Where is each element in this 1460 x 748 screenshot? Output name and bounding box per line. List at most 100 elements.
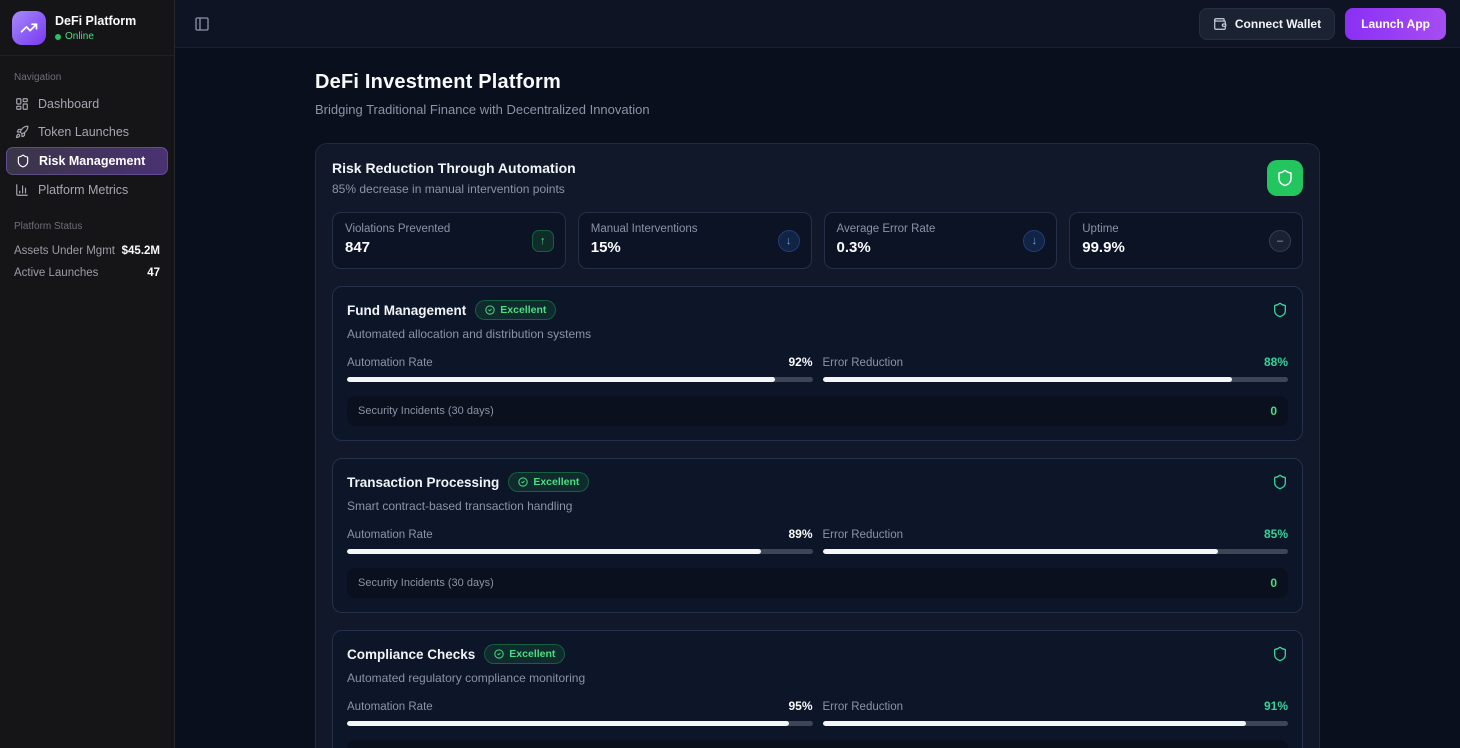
platform-status: Assets Under Mgmt $45.2M Active Launches… [0,238,174,286]
metric-card-compliance-checks: Compliance Checks Excellent Automated re… [332,630,1303,748]
incidents-value: 0 [1270,576,1277,590]
bar-value: 92% [788,355,812,369]
status-value: 47 [147,267,160,279]
launch-app-button[interactable]: Launch App [1345,8,1446,40]
stat-label: Average Error Rate [837,223,1045,235]
status-badge: Excellent [484,644,565,664]
metric-name: Compliance Checks [347,647,475,662]
progress-bar [347,377,813,382]
error-reduction-meter: Error Reduction 88% [823,355,1289,382]
metric-card-transaction-processing: Transaction Processing Excellent Smart c… [332,458,1303,613]
status-badge: Excellent [508,472,589,492]
online-status: Online [55,31,136,42]
progress-bar [347,721,813,726]
status-row-launches: Active Launches 47 [14,262,160,284]
bar-value: 85% [1264,527,1288,541]
bar-label: Automation Rate [347,529,433,541]
metric-name: Transaction Processing [347,475,499,490]
shield-icon [1272,302,1288,318]
app-root: DeFi Platform Online Navigation Dashboar… [0,0,1460,748]
risk-reduction-panel: Risk Reduction Through Automation 85% de… [315,143,1320,748]
check-circle-icon [518,477,528,487]
trend-down-icon: ↓ [1023,230,1045,252]
metric-description: Automated allocation and distribution sy… [347,327,1288,341]
app-title: DeFi Platform [55,14,136,28]
trending-up-icon [12,11,46,45]
status-label: Assets Under Mgmt [14,245,115,257]
rocket-icon [15,125,29,139]
bar-label: Error Reduction [823,701,904,713]
sidebar-nav: Dashboard Token Launches Risk Management… [0,89,174,205]
progress-bar [823,549,1289,554]
sidebar-logo-row: DeFi Platform Online [0,0,174,56]
stat-uptime: Uptime 99.9% – [1069,212,1303,269]
bar-label: Error Reduction [823,529,904,541]
status-section-label: Platform Status [0,205,174,238]
sidebar-item-label: Token Launches [38,125,129,139]
sidebar-item-risk-management[interactable]: Risk Management [6,147,168,175]
panel-subtitle: 85% decrease in manual intervention poin… [332,182,576,196]
status-row-aum: Assets Under Mgmt $45.2M [14,240,160,262]
bar-label: Automation Rate [347,357,433,369]
sidebar-item-label: Platform Metrics [38,183,128,197]
security-incidents-row: Security Incidents (30 days) 0 [347,740,1288,748]
page-subtitle: Bridging Traditional Finance with Decent… [315,102,1320,117]
connect-wallet-button[interactable]: Connect Wallet [1199,8,1335,40]
topbar: Connect Wallet Launch App [175,0,1460,48]
trend-flat-icon: – [1269,230,1291,252]
error-reduction-meter: Error Reduction 91% [823,699,1289,726]
shield-icon [1272,474,1288,490]
stats-row: Violations Prevented 847 ↑ Manual Interv… [332,212,1303,269]
security-incidents-row: Security Incidents (30 days) 0 [347,396,1288,426]
shield-icon [16,154,30,168]
stat-average-error-rate: Average Error Rate 0.3% ↓ [824,212,1058,269]
metric-card-fund-management: Fund Management Excellent Automated allo… [332,286,1303,441]
incidents-label: Security Incidents (30 days) [358,577,494,589]
trend-down-icon: ↓ [778,230,800,252]
bar-chart-icon [15,183,29,197]
sidebar: DeFi Platform Online Navigation Dashboar… [0,0,175,748]
sidebar-item-token-launches[interactable]: Token Launches [6,119,168,145]
progress-bar [823,721,1289,726]
stat-value: 847 [345,239,553,256]
automation-rate-meter: Automation Rate 95% [347,699,813,726]
metric-name: Fund Management [347,303,466,318]
shield-icon [1272,646,1288,662]
stat-manual-interventions: Manual Interventions 15% ↓ [578,212,812,269]
progress-bar [347,549,813,554]
stat-label: Uptime [1082,223,1290,235]
bar-label: Error Reduction [823,357,904,369]
stat-value: 0.3% [837,239,1045,256]
stat-value: 15% [591,239,799,256]
incidents-label: Security Incidents (30 days) [358,405,494,417]
page-title: DeFi Investment Platform [315,71,1320,94]
panel-title: Risk Reduction Through Automation [332,160,576,176]
stat-label: Manual Interventions [591,223,799,235]
shield-icon [1267,160,1303,196]
metric-description: Automated regulatory compliance monitori… [347,671,1288,685]
layout-dashboard-icon [15,97,29,111]
progress-bar [823,377,1289,382]
automation-rate-meter: Automation Rate 92% [347,355,813,382]
stat-violations-prevented: Violations Prevented 847 ↑ [332,212,566,269]
automation-rate-meter: Automation Rate 89% [347,527,813,554]
sidebar-item-platform-metrics[interactable]: Platform Metrics [6,177,168,203]
nav-section-label: Navigation [0,56,174,89]
status-badge: Excellent [475,300,556,320]
bar-value: 91% [1264,699,1288,713]
bar-value: 95% [788,699,812,713]
wallet-icon [1213,17,1227,31]
bar-label: Automation Rate [347,701,433,713]
main-content: DeFi Investment Platform Bridging Tradit… [175,48,1460,748]
online-dot-icon [55,34,61,40]
sidebar-toggle-button[interactable] [189,11,215,37]
trend-up-icon: ↑ [532,230,554,252]
sidebar-item-dashboard[interactable]: Dashboard [6,91,168,117]
stat-label: Violations Prevented [345,223,553,235]
bar-value: 88% [1264,355,1288,369]
stat-value: 99.9% [1082,239,1290,256]
sidebar-item-label: Dashboard [38,97,99,111]
incidents-value: 0 [1270,404,1277,418]
sidebar-item-label: Risk Management [39,154,145,168]
check-circle-icon [494,649,504,659]
